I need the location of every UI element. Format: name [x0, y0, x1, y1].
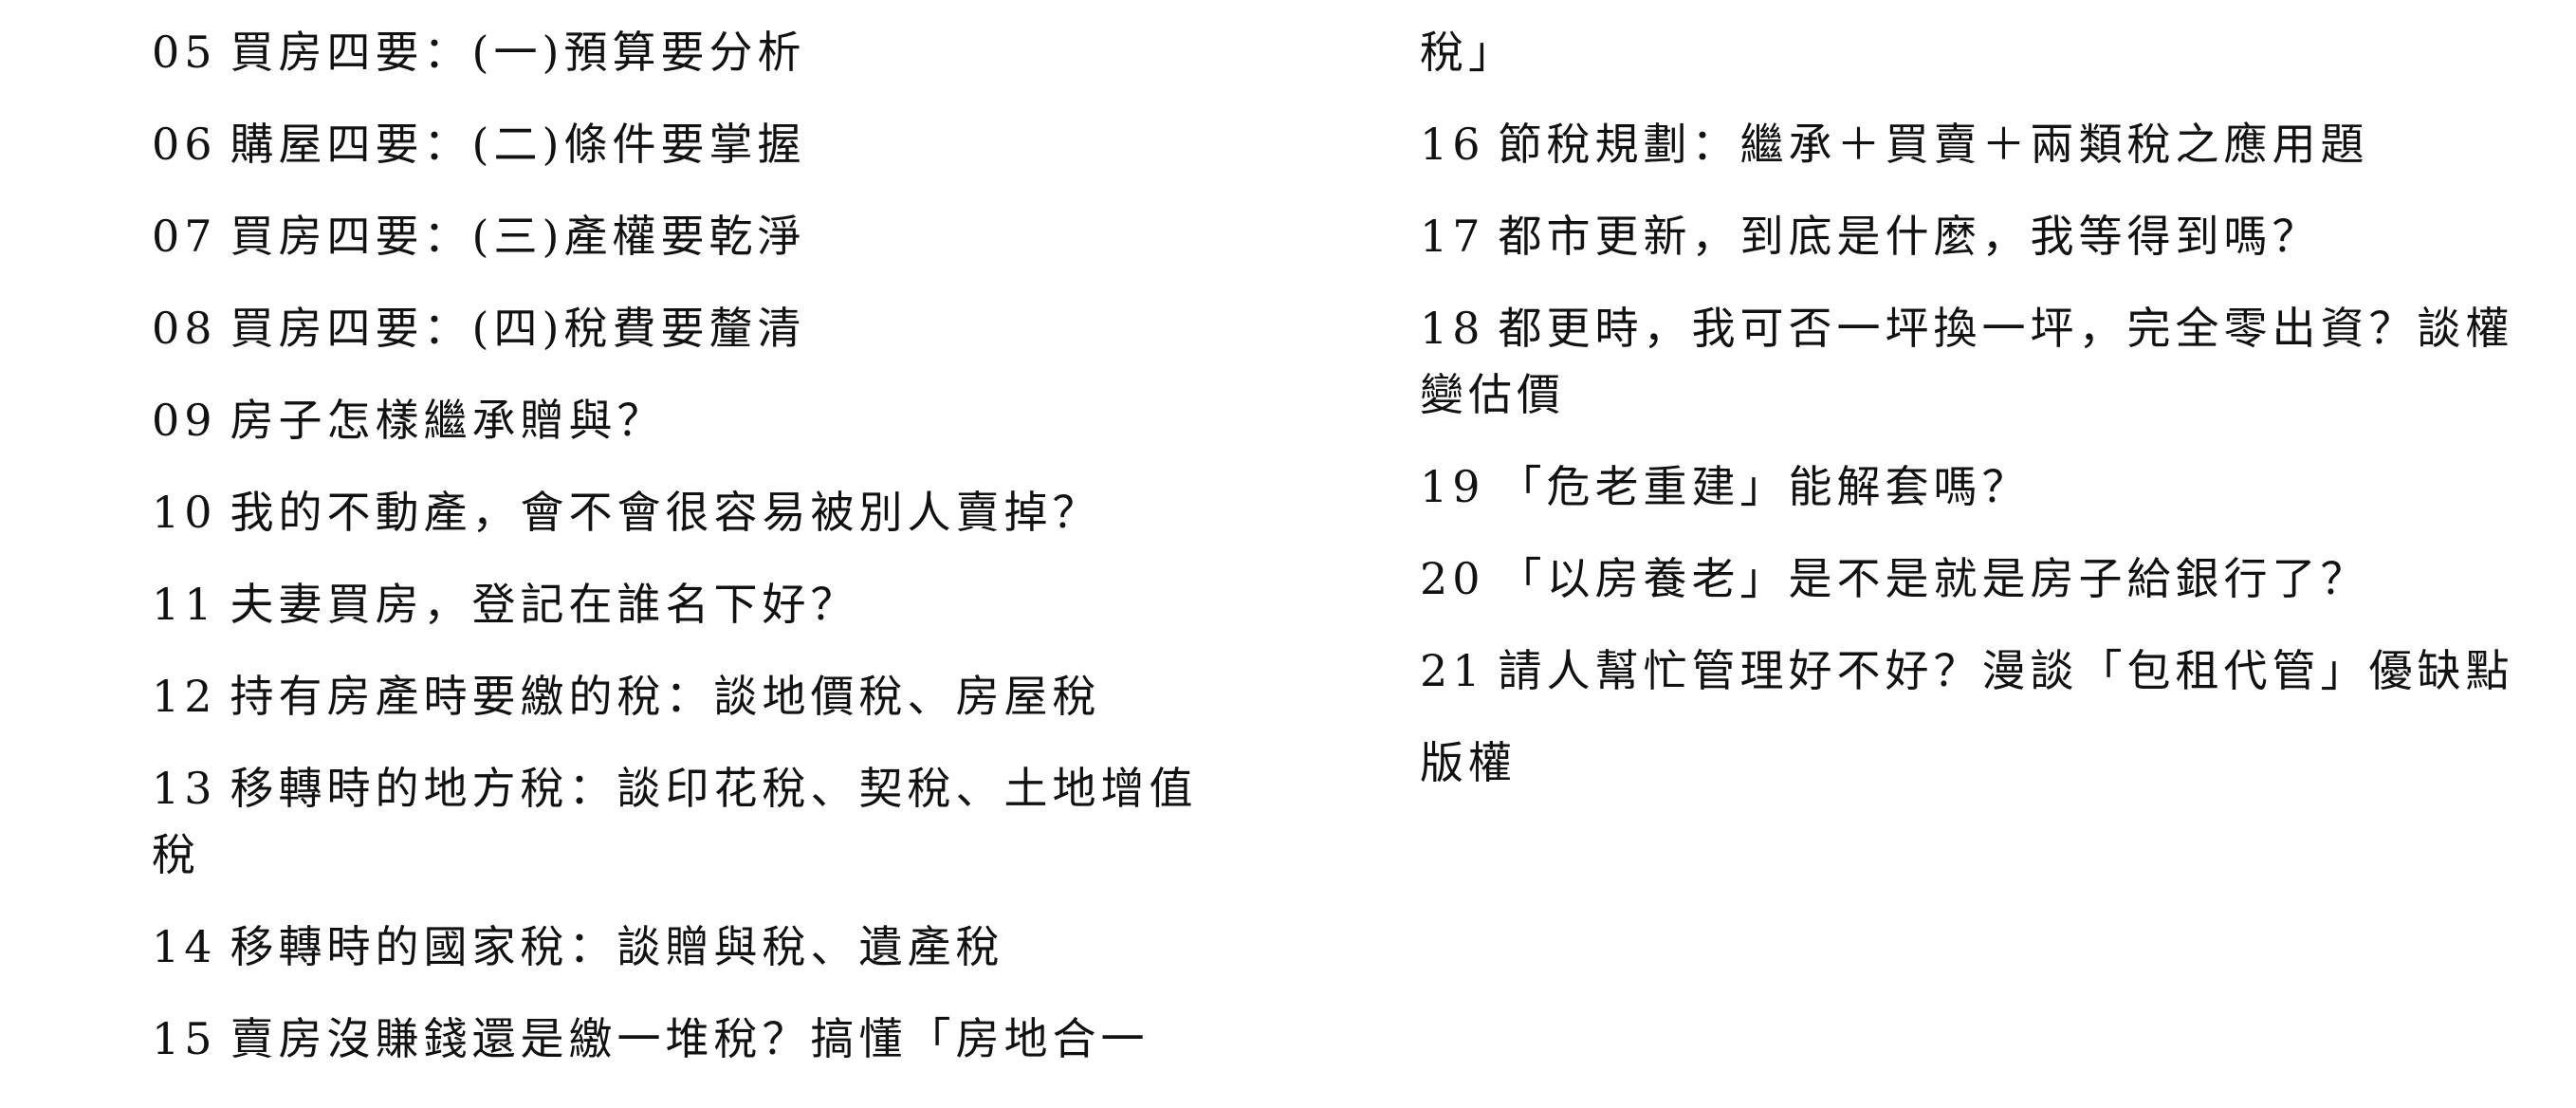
toc-title: 都更時，我可否一坪換一坪，完全零出資？談權變估價: [1420, 303, 2514, 420]
toc-title: 都市更新，到底是什麼，我等得到嗎？: [1498, 211, 2321, 262]
toc-number: 05: [152, 27, 217, 78]
toc-entry-08[interactable]: 08 買房四要：(四)稅費要釐清: [152, 295, 1242, 361]
toc-entry-16[interactable]: 16 節稅規劃：繼承＋買賣＋兩類稅之應用題: [1420, 111, 2520, 177]
toc-title: 「以房養老」是不是就是房子給銀行了？: [1498, 553, 2369, 604]
toc-title: 買房四要：(三)產權要乾淨: [230, 211, 806, 262]
toc-entry-21[interactable]: 21 請人幫忙管理好不好？漫談「包租代管」優缺點: [1420, 637, 2520, 704]
toc-number: 13: [152, 763, 217, 814]
toc-title: 節稅規劃：繼承＋買賣＋兩類稅之應用題: [1498, 119, 2369, 170]
toc-title: 移轉時的國家稅：談贈與稅、遺產稅: [230, 921, 1004, 972]
toc-entry-12[interactable]: 12 持有房產時要繳的稅：談地價稅、房屋稅: [152, 663, 1242, 729]
toc-number: 12: [152, 671, 217, 722]
toc-number: 16: [1420, 119, 1485, 170]
toc-entry-19[interactable]: 19 「危老重建」能解套嗎？: [1420, 453, 2520, 520]
toc-title: 移轉時的地方稅：談印花稅、契稅、土地增值稅: [152, 763, 1198, 880]
toc-number: 18: [1420, 303, 1485, 354]
toc-entry-17[interactable]: 17 都市更新，到底是什麼，我等得到嗎？: [1420, 203, 2520, 269]
toc-title: 賣房沒賺錢還是繳一堆稅？搞懂「房地合一: [230, 1013, 1150, 1064]
toc-number: 10: [152, 487, 217, 538]
toc-entry-10[interactable]: 10 我的不動產，會不會很容易被別人賣掉？: [152, 479, 1242, 545]
toc-title: 購屋四要：(二)條件要掌握: [230, 119, 806, 170]
toc-entry-06[interactable]: 06 購屋四要：(二)條件要掌握: [152, 111, 1242, 177]
toc-entry-13[interactable]: 13 移轉時的地方稅：談印花稅、契稅、土地增值稅: [152, 755, 1242, 888]
toc-number: 07: [152, 211, 217, 262]
toc-title: 稅」: [1420, 27, 1517, 78]
toc-number: 21: [1420, 645, 1485, 696]
toc-number: 11: [152, 579, 217, 630]
toc-left-column: 05 買房四要：(一)預算要分析 06 購屋四要：(二)條件要掌握 07 買房四要：(…: [152, 0, 1242, 1098]
toc-title: 買房四要：(四)稅費要釐清: [230, 303, 806, 354]
toc-entry-copyright[interactable]: 版權: [1420, 729, 2520, 796]
toc-number: 19: [1420, 461, 1485, 512]
toc-number: 17: [1420, 211, 1485, 262]
toc-title: 我的不動產，會不會很容易被別人賣掉？: [230, 487, 1101, 538]
toc-entry-18[interactable]: 18 都更時，我可否一坪換一坪，完全零出資？談權變估價: [1420, 295, 2520, 428]
toc-entry-07[interactable]: 07 買房四要：(三)產權要乾淨: [152, 203, 1242, 269]
toc-number: 09: [152, 395, 217, 446]
toc-number: 15: [152, 1013, 217, 1064]
toc-right-column: 稅」 16 節稅規劃：繼承＋買賣＋兩類稅之應用題 17 都市更新，到底是什麼，我等得…: [1420, 0, 2520, 822]
toc-title: 「危老重建」能解套嗎？: [1498, 461, 2031, 512]
toc-entry-11[interactable]: 11 夫妻買房，登記在誰名下好？: [152, 571, 1242, 637]
toc-entry-14[interactable]: 14 移轉時的國家稅：談贈與稅、遺產稅: [152, 914, 1242, 980]
toc-number: 20: [1420, 553, 1485, 604]
toc-title: 夫妻買房，登記在誰名下好？: [230, 579, 859, 630]
toc-number: 06: [152, 119, 217, 170]
toc-number: 08: [152, 303, 217, 354]
toc-title: 買房四要：(一)預算要分析: [230, 27, 806, 78]
toc-entry-15[interactable]: 15 賣房沒賺錢還是繳一堆稅？搞懂「房地合一: [152, 1006, 1242, 1072]
toc-title: 版權: [1420, 737, 1517, 788]
toc-entry-05[interactable]: 05 買房四要：(一)預算要分析: [152, 19, 1242, 85]
toc-title: 請人幫忙管理好不好？漫談「包租代管」優缺點: [1498, 645, 2514, 696]
toc-entry-15-continued[interactable]: 稅」: [1420, 19, 2520, 85]
toc-title: 房子怎樣繼承贈與？: [230, 395, 666, 446]
toc-entry-09[interactable]: 09 房子怎樣繼承贈與？: [152, 387, 1242, 453]
toc-entry-20[interactable]: 20 「以房養老」是不是就是房子給銀行了？: [1420, 545, 2520, 612]
toc-number: 14: [152, 921, 217, 972]
toc-title: 持有房產時要繳的稅：談地價稅、房屋稅: [230, 671, 1101, 722]
